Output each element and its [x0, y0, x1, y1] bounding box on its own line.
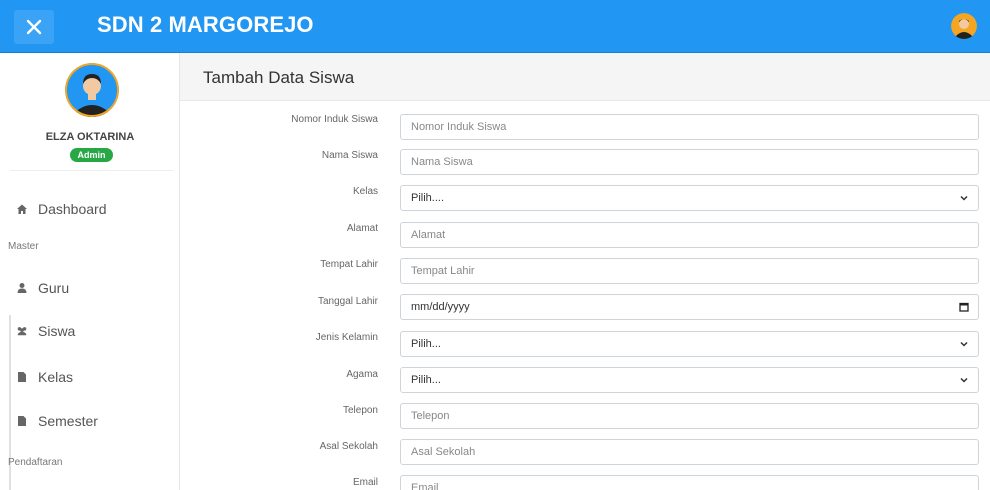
file-icon [16, 415, 28, 427]
profile-name: ELZA OKTARINA [45, 131, 135, 143]
asal-sekolah-placeholder: Asal Sekolah [411, 446, 476, 458]
nis-label: Nomor Induk Siswa [291, 114, 378, 125]
tanggal-lahir-value: mm/dd/yyyy [411, 301, 470, 313]
sidebar-item-label: Siswa [38, 323, 76, 339]
sidebar-item-label: Guru [38, 280, 70, 296]
agama-select[interactable]: Pilih... [400, 367, 979, 393]
alamat-input[interactable]: Alamat [400, 222, 979, 248]
tanggal-lahir-label: Tanggal Lahir [317, 296, 378, 307]
telepon-input[interactable]: Telepon [400, 403, 979, 429]
sidebar-item-label: Kelas [38, 369, 74, 385]
sidebar-item-siswa[interactable]: Siswa [16, 323, 75, 339]
telepon-placeholder: Telepon [411, 410, 450, 422]
role-badge: Admin [70, 148, 113, 162]
main-content: Tambah Data Siswa Nomor Induk Siswa Nomo… [180, 53, 990, 490]
sidebar-item-kelas[interactable]: Kelas [16, 369, 73, 385]
avatar-icon [951, 13, 977, 39]
sidebar-section-master: Master [8, 241, 39, 252]
users-icon [16, 325, 28, 337]
profile-avatar [65, 63, 119, 117]
home-icon [16, 203, 28, 215]
kelas-label: Kelas [352, 186, 378, 197]
user-icon [16, 282, 28, 294]
email-input[interactable]: Email [400, 475, 979, 490]
page-header: Tambah Data Siswa [180, 53, 990, 101]
nama-label: Nama Siswa [321, 150, 378, 161]
sidebar: ELZA OKTARINA Admin Dashboard Master Gur… [0, 53, 180, 490]
sidebar-item-dashboard[interactable]: Dashboard [16, 201, 107, 217]
agama-label: Agama [346, 369, 378, 380]
app-title: SDN 2 MARGOREJO [97, 12, 314, 37]
close-sidebar-button[interactable] [14, 10, 54, 44]
sidebar-item-label: Dashboard [38, 201, 107, 217]
alamat-label: Alamat [346, 223, 378, 234]
jenis-kelamin-value: Pilih... [411, 338, 441, 350]
sidebar-item-guru[interactable]: Guru [16, 280, 69, 296]
agama-value: Pilih... [411, 374, 441, 386]
nis-input[interactable]: Nomor Induk Siswa [400, 114, 979, 140]
email-label: Email [352, 477, 378, 488]
jenis-kelamin-label: Jenis Kelamin [315, 332, 378, 343]
top-navbar: SDN 2 MARGOREJO [0, 0, 990, 53]
tempat-lahir-label: Tempat Lahir [320, 259, 378, 270]
alamat-placeholder: Alamat [411, 229, 446, 241]
telepon-label: Telepon [342, 405, 378, 416]
tempat-lahir-placeholder: Tempat Lahir [411, 265, 475, 277]
page-title: Tambah Data Siswa [203, 68, 355, 87]
user-avatar-button[interactable] [951, 13, 977, 39]
chevron-down-icon [959, 193, 969, 203]
email-placeholder: Email [411, 482, 439, 490]
sidebar-section-pendaftaran: Pendaftaran [8, 457, 63, 468]
nama-placeholder: Nama Siswa [411, 156, 473, 168]
asal-sekolah-label: Asal Sekolah [319, 441, 378, 452]
kelas-value: Pilih.... [411, 192, 445, 204]
sidebar-item-semester[interactable]: Semester [16, 413, 98, 429]
tanggal-lahir-input[interactable]: mm/dd/yyyy [400, 294, 979, 320]
sidebar-item-label: Semester [38, 413, 98, 429]
chevron-down-icon [959, 339, 969, 349]
file-icon [16, 371, 28, 383]
nama-input[interactable]: Nama Siswa [400, 149, 979, 175]
kelas-select[interactable]: Pilih.... [400, 185, 979, 211]
divider [10, 170, 173, 171]
calendar-icon[interactable] [959, 302, 969, 312]
chevron-down-icon [959, 375, 969, 385]
tempat-lahir-input[interactable]: Tempat Lahir [400, 258, 979, 284]
nis-placeholder: Nomor Induk Siswa [411, 121, 507, 133]
asal-sekolah-input[interactable]: Asal Sekolah [400, 439, 979, 465]
close-icon [26, 19, 42, 35]
avatar-icon [65, 63, 119, 117]
jenis-kelamin-select[interactable]: Pilih... [400, 331, 979, 357]
